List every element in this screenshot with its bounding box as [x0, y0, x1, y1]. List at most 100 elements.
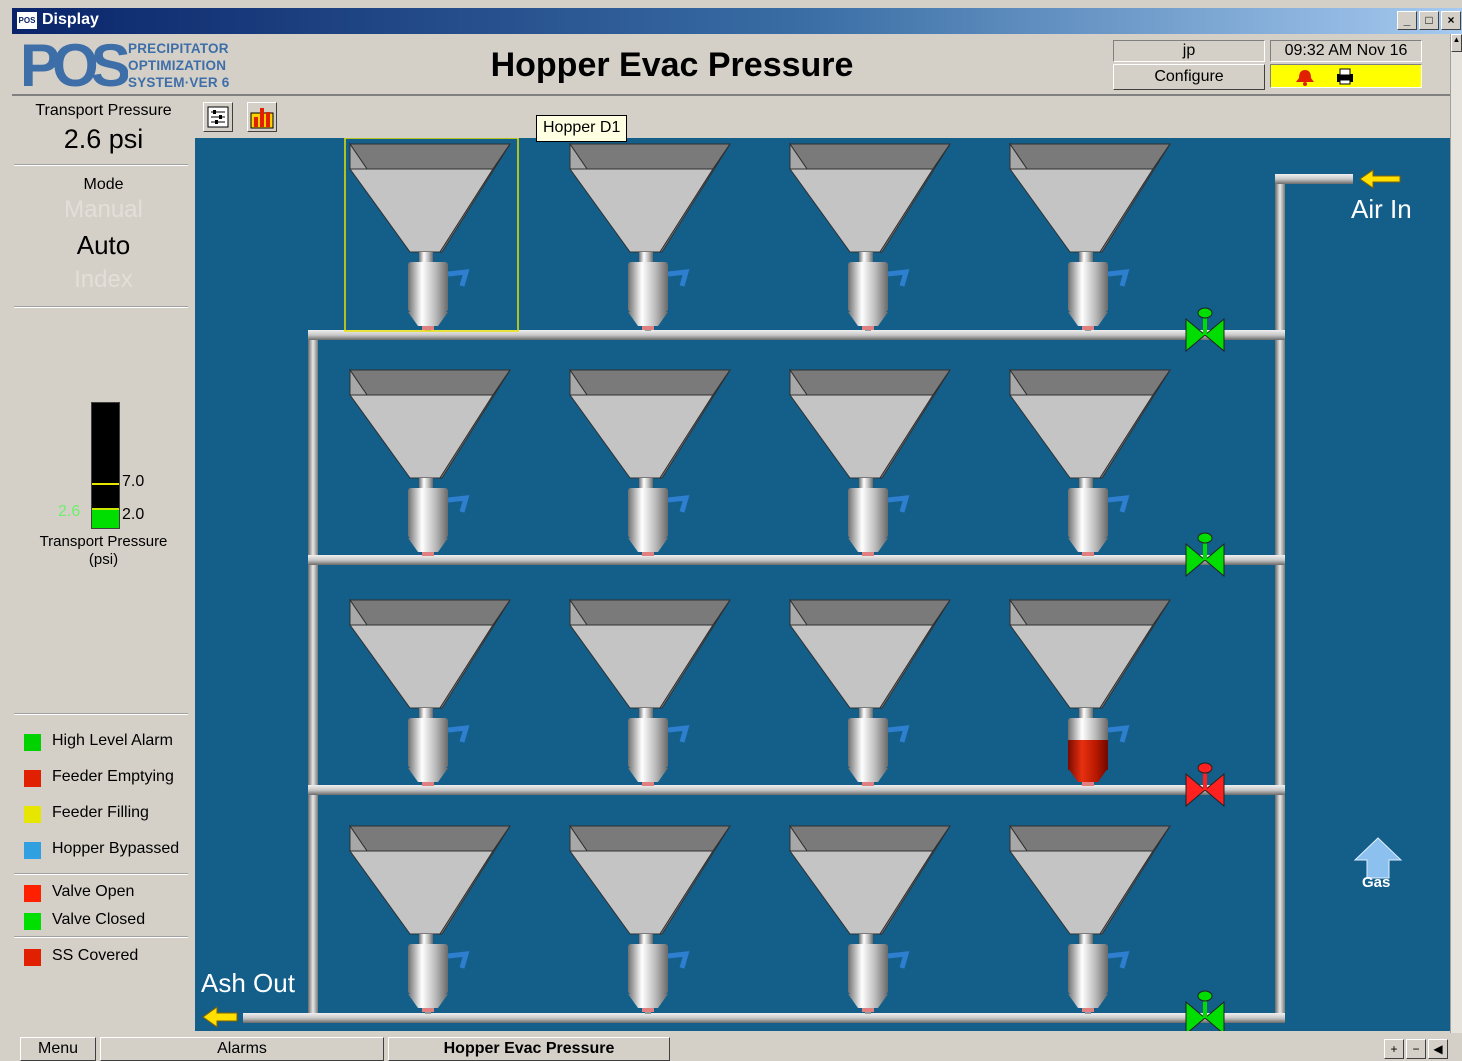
user-field[interactable]: jp — [1113, 40, 1265, 62]
feeder-drop — [645, 1012, 651, 1014]
pos-logo: POS — [20, 38, 128, 94]
zoom-out-button[interactable]: − — [1406, 1039, 1426, 1059]
gauge-units: (psi) — [88, 551, 119, 568]
hopper-body — [789, 394, 934, 479]
valve-actuator — [1197, 532, 1213, 544]
toolbar — [195, 96, 1450, 138]
valve[interactable] — [1185, 990, 1225, 1031]
mode-option-auto[interactable]: Auto — [12, 230, 195, 261]
feeder-neck — [419, 478, 433, 488]
logo-line: PRECIPITATOR — [128, 41, 229, 56]
app-window: POS Display _ □ × POS PRECIPITATOR OPTIM… — [0, 0, 1462, 1061]
hopper[interactable] — [789, 824, 951, 1014]
ash-out-arrow-icon — [202, 1006, 238, 1028]
tab-menu[interactable]: Menu — [20, 1037, 96, 1061]
zoom-in-button[interactable]: + — [1384, 1039, 1404, 1059]
hopper[interactable] — [569, 598, 731, 786]
hopper[interactable] — [1009, 142, 1171, 331]
settings-list-button[interactable] — [203, 102, 233, 132]
feeder-spout — [1107, 269, 1130, 287]
feeder-neck — [419, 252, 433, 262]
feeder-spout — [667, 725, 690, 743]
legend-label: Feeder Filling — [52, 804, 149, 821]
hopper-rim — [569, 369, 731, 396]
hopper[interactable] — [789, 368, 951, 556]
feeder-spout — [887, 725, 910, 743]
valve[interactable] — [1185, 532, 1225, 578]
feeder-drop — [865, 330, 871, 331]
valve[interactable] — [1185, 762, 1225, 808]
hopper[interactable] — [1009, 368, 1171, 556]
legend-swatch — [24, 885, 41, 902]
hopper[interactable] — [349, 368, 511, 556]
feeder-neck — [639, 934, 653, 944]
divider — [14, 936, 188, 938]
feeder-drop — [425, 1012, 431, 1014]
hopper[interactable] — [789, 142, 951, 331]
hopper[interactable] — [349, 142, 511, 331]
feeder-spout — [887, 495, 910, 513]
feeder-outlet — [422, 326, 434, 330]
feeder-neck — [1079, 934, 1093, 944]
hopper-rim — [349, 369, 511, 396]
hopper-body — [789, 168, 934, 253]
scroll-up-icon[interactable]: ▲ — [1451, 34, 1462, 52]
feeder-drop — [865, 1012, 871, 1014]
valve[interactable] — [1185, 307, 1225, 353]
feeder-cylinder — [408, 718, 448, 768]
gauge-low-text: 2.0 — [122, 506, 145, 523]
hopper-rim — [1009, 599, 1171, 626]
vertical-scrollbar[interactable]: ▲ — [1450, 34, 1462, 1033]
hopper-rim — [789, 599, 951, 626]
air-in-label: Air In — [1351, 194, 1412, 224]
feeder-outlet — [1082, 1008, 1094, 1012]
mode-option-manual[interactable]: Manual — [12, 196, 195, 224]
feeder-drop — [1085, 1012, 1091, 1014]
legend-swatch — [24, 806, 41, 823]
pipe-header — [243, 1013, 1285, 1023]
hopper-body — [349, 168, 494, 253]
window-title: Display — [42, 11, 99, 28]
hopper[interactable] — [569, 142, 731, 331]
window-title-bar[interactable]: POS Display _ □ × — [12, 8, 1462, 34]
configure-button[interactable]: Configure — [1113, 64, 1265, 90]
logo-subtitle: PRECIPITATOR OPTIMIZATION SYSTEM·VER 6 — [128, 40, 229, 91]
hopper[interactable] — [349, 598, 511, 786]
alarm-indicator[interactable] — [1270, 64, 1422, 88]
tab-alarms[interactable]: Alarms — [100, 1037, 384, 1061]
hopper-rim — [1009, 143, 1171, 170]
close-button[interactable]: × — [1441, 11, 1461, 30]
trend-chart-button[interactable] — [247, 102, 277, 132]
maximize-button[interactable]: □ — [1419, 11, 1439, 30]
feeder-bottom — [628, 768, 668, 782]
tab-hopper-evac-pressure[interactable]: Hopper Evac Pressure — [388, 1037, 670, 1061]
feeder-spout — [667, 495, 690, 513]
legend-swatch — [24, 913, 41, 930]
feeder-outlet — [862, 1008, 874, 1012]
hopper[interactable] — [1009, 824, 1171, 1014]
logo-text: POS — [20, 38, 128, 94]
mode-option-index[interactable]: Index — [12, 266, 195, 294]
hopper[interactable] — [1009, 598, 1171, 786]
gauge-value-text: 2.6 — [58, 503, 81, 520]
hopper[interactable] — [569, 824, 731, 1014]
hopper-diagram: Air In Ash Out Gas — [195, 138, 1450, 1031]
hopper-rim — [1009, 369, 1171, 396]
gas-label: Gas — [1362, 874, 1391, 891]
minimize-button[interactable]: _ — [1397, 11, 1417, 30]
hopper[interactable] — [569, 368, 731, 556]
valve-right — [1204, 1000, 1225, 1031]
mode-label: Mode — [83, 176, 124, 193]
scroll-left-button[interactable]: ◀ — [1428, 1039, 1448, 1059]
feeder-neck — [639, 252, 653, 262]
hopper-body — [789, 624, 934, 709]
hopper-body — [1009, 394, 1154, 479]
hopper[interactable] — [349, 824, 511, 1014]
hopper[interactable] — [789, 598, 951, 786]
valves — [1185, 307, 1225, 1031]
feeder-spout — [1107, 725, 1130, 743]
valve-right — [1204, 317, 1225, 353]
feeder-cylinder — [408, 262, 448, 312]
hopper-diagram-svg — [202, 138, 1403, 1031]
feeder-neck — [639, 478, 653, 488]
